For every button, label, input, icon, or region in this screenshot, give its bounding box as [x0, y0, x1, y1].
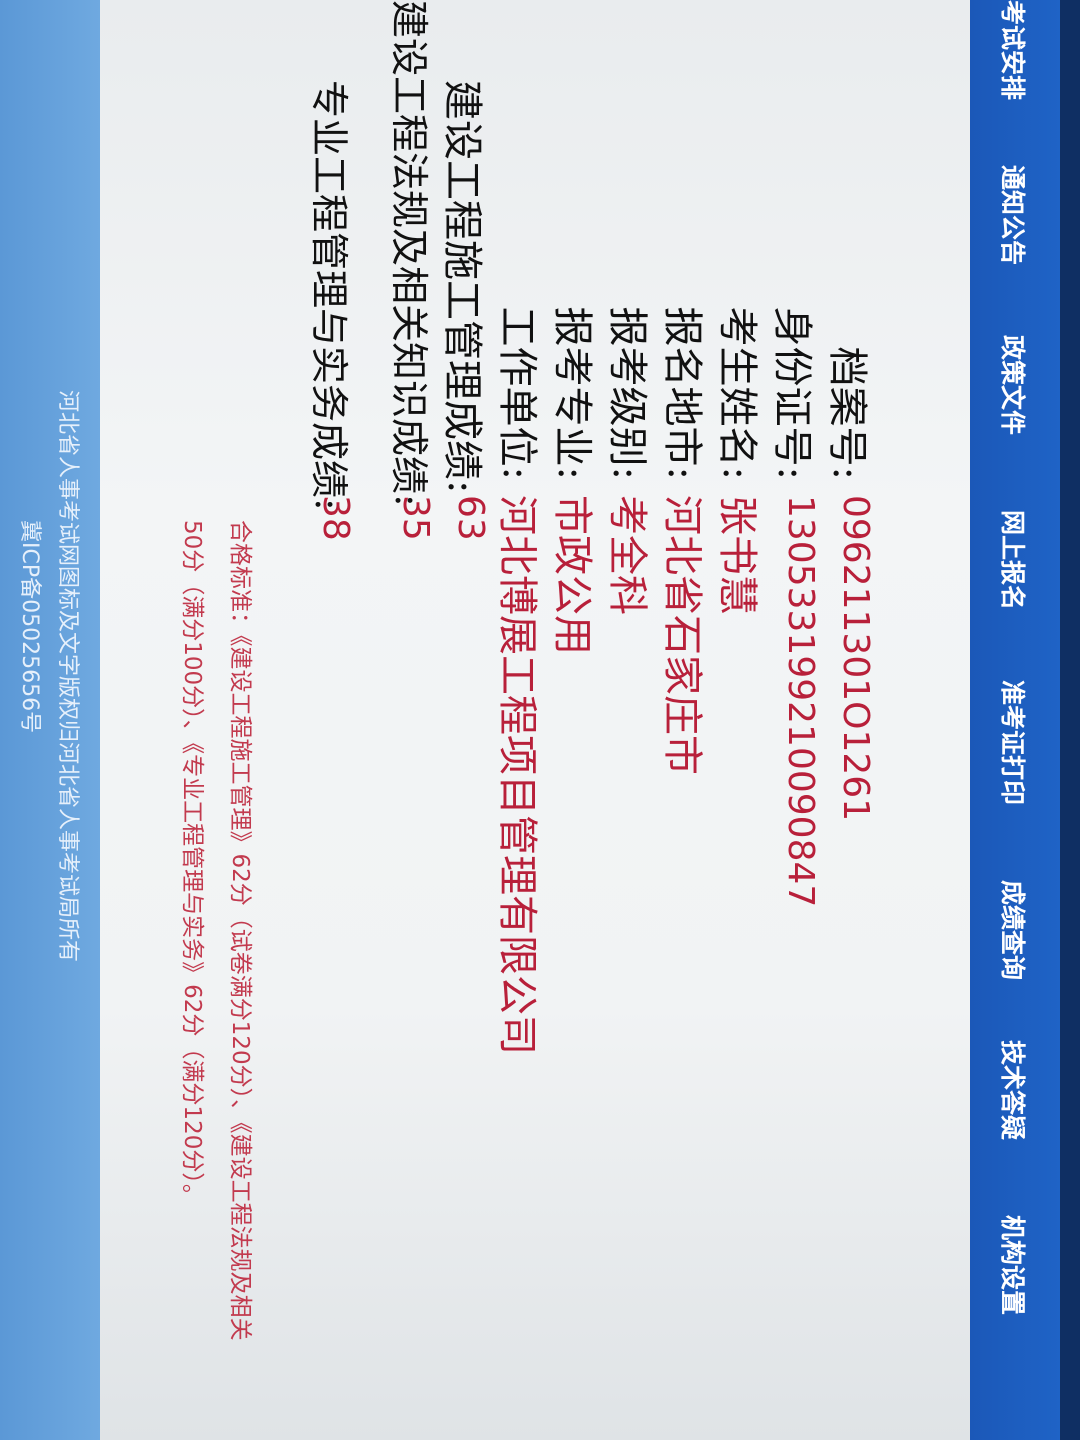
practice-score-label: 专业工程管理与实务成绩: — [307, 80, 351, 511]
nav-item-tech-support[interactable]: 技术答疑 — [996, 1040, 1032, 1140]
passing-standard-line-1: 合格标准：《建设工程施工管理》62分（试卷满分120分）、《建设工程法规及相关 — [227, 520, 253, 1341]
icp-record-text: 冀ICP备05025656号 — [17, 520, 42, 734]
employer-label: 工作单位: — [494, 306, 540, 480]
score-result-panel: 档案号: 096211301O1261 身份证号: 13053319921009… — [280, 0, 880, 1440]
file-number-label: 档案号: — [824, 346, 870, 480]
nav-item-admission-ticket-print[interactable]: 准考证打印 — [996, 680, 1032, 805]
practice-score-value: 38 — [315, 495, 356, 541]
registration-city-value: 河北省石家庄市 — [659, 495, 705, 775]
employer-value: 河北博展工程项目管理有限公司 — [494, 495, 540, 1055]
file-number-value: 096211301O1261 — [835, 495, 876, 822]
nav-item-online-registration[interactable]: 网上报名 — [996, 510, 1032, 610]
registration-city-label: 报名地市: — [659, 306, 705, 480]
regulations-score-label: 建设工程法规及相关知识成绩: — [387, 0, 431, 507]
page-footer: 河北省人事考试网图标及文字版权归河北省人事考试局所有 冀ICP备05025656… — [0, 0, 100, 1440]
browser-screen: 考试安排 通知公告 政策文件 网上报名 准考证打印 成绩查询 技术答疑 机构设置… — [0, 0, 1080, 1440]
exam-level-label: 报考级别: — [604, 306, 650, 480]
passing-standard-line-2: 50分（满分100分）、《专业工程管理与实务》62分（满分120分）。 — [179, 520, 205, 1207]
exam-major-value: 市政公用 — [549, 495, 595, 655]
passing-standard: 合格标准：《建设工程施工管理》62分（试卷满分120分）、《建设工程法规及相关 … — [178, 520, 260, 1341]
construction-management-score-value: 63 — [450, 495, 491, 541]
nav-item-exam-schedule[interactable]: 考试安排 — [996, 0, 1032, 100]
regulations-score-value: 35 — [395, 495, 436, 541]
header-strip — [1060, 0, 1080, 1440]
exam-major-label: 报考专业: — [549, 306, 595, 480]
main-navigation: 考试安排 通知公告 政策文件 网上报名 准考证打印 成绩查询 技术答疑 机构设置 — [970, 0, 1060, 1440]
construction-management-score-label: 建设工程施工管理成绩: — [439, 80, 485, 494]
candidate-name-value: 张书慧 — [714, 495, 760, 615]
nav-item-score-query[interactable]: 成绩查询 — [996, 880, 1032, 980]
nav-item-notices[interactable]: 通知公告 — [996, 165, 1032, 265]
candidate-name-label: 考生姓名: — [714, 306, 760, 480]
nav-item-organization[interactable]: 机构设置 — [996, 1215, 1032, 1315]
copyright-text: 河北省人事考试网图标及文字版权归河北省人事考试局所有 — [55, 390, 80, 963]
id-number-label: 身份证号: — [769, 306, 815, 480]
exam-level-value: 考全科 — [604, 495, 650, 615]
nav-item-policy-documents[interactable]: 政策文件 — [996, 335, 1032, 435]
id-number-value: 130533199210090847 — [780, 495, 821, 908]
